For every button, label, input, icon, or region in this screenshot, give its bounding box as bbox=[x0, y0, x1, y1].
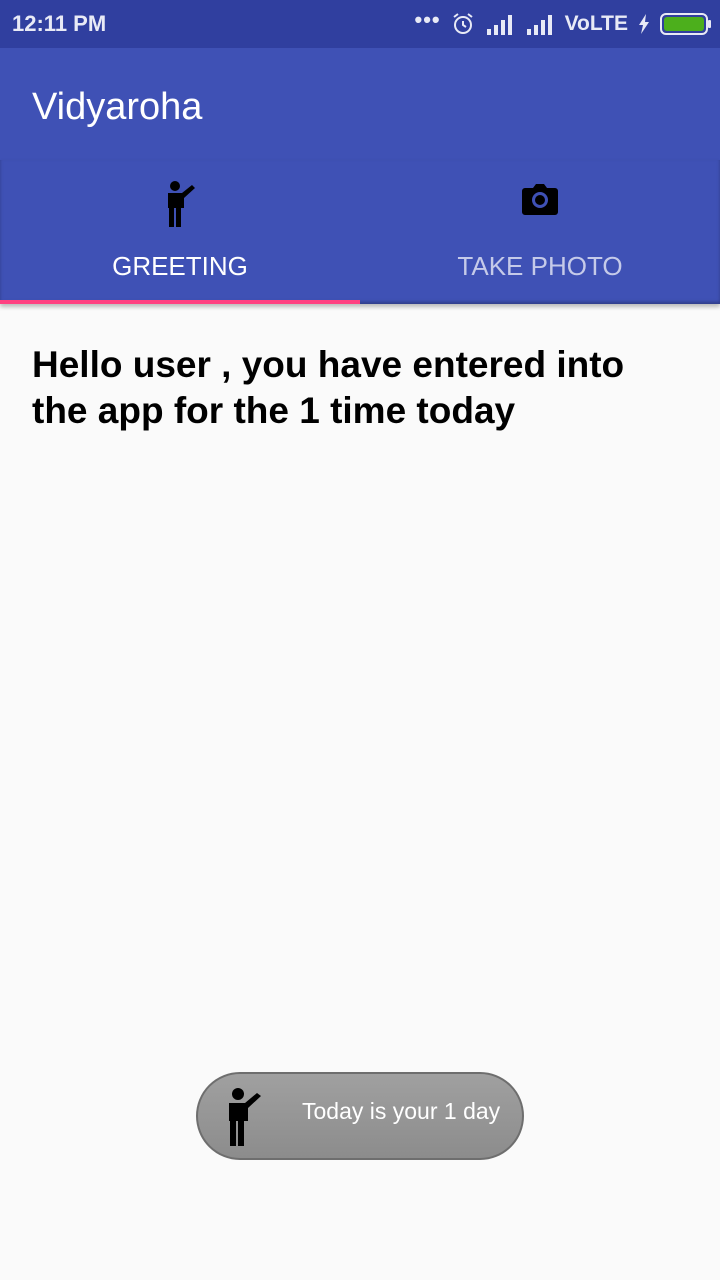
battery-level bbox=[664, 17, 704, 31]
tab-take-photo-label: TAKE PHOTO bbox=[457, 251, 623, 281]
tab-greeting-label: GREETING bbox=[112, 251, 248, 281]
more-notifications-icon: ••• bbox=[414, 7, 441, 32]
alarm-icon bbox=[453, 13, 473, 34]
status-time: 12:11 PM bbox=[12, 11, 107, 36]
signal-strength-icon bbox=[486, 15, 512, 35]
battery-icon bbox=[660, 13, 711, 35]
toast-message: Today is your 1 day bbox=[302, 1098, 501, 1124]
status-icons: ••• VoLTE bbox=[405, 7, 711, 38]
charging-icon bbox=[639, 14, 649, 34]
tab-selected-indicator bbox=[0, 300, 360, 304]
person-waving-icon bbox=[229, 1088, 261, 1146]
tab-take-photo[interactable]: TAKE PHOTO bbox=[360, 160, 720, 304]
app-bar: Vidyaroha bbox=[0, 48, 720, 160]
greeting-message: Hello user , you have entered into the a… bbox=[32, 344, 625, 431]
network-type: VoLTE bbox=[564, 12, 628, 35]
toast: Today is your 1 day bbox=[196, 1072, 524, 1160]
person-waving-icon bbox=[168, 181, 195, 227]
signal-strength-icon-2 bbox=[526, 15, 552, 35]
camera-icon bbox=[522, 184, 558, 215]
tab-bar: GREETING TAKE PHOTO bbox=[0, 160, 720, 304]
tab-greeting[interactable]: GREETING bbox=[0, 160, 360, 304]
status-bar: 12:11 PM ••• VoLTE bbox=[0, 0, 720, 48]
app-title: Vidyaroha bbox=[32, 86, 203, 128]
